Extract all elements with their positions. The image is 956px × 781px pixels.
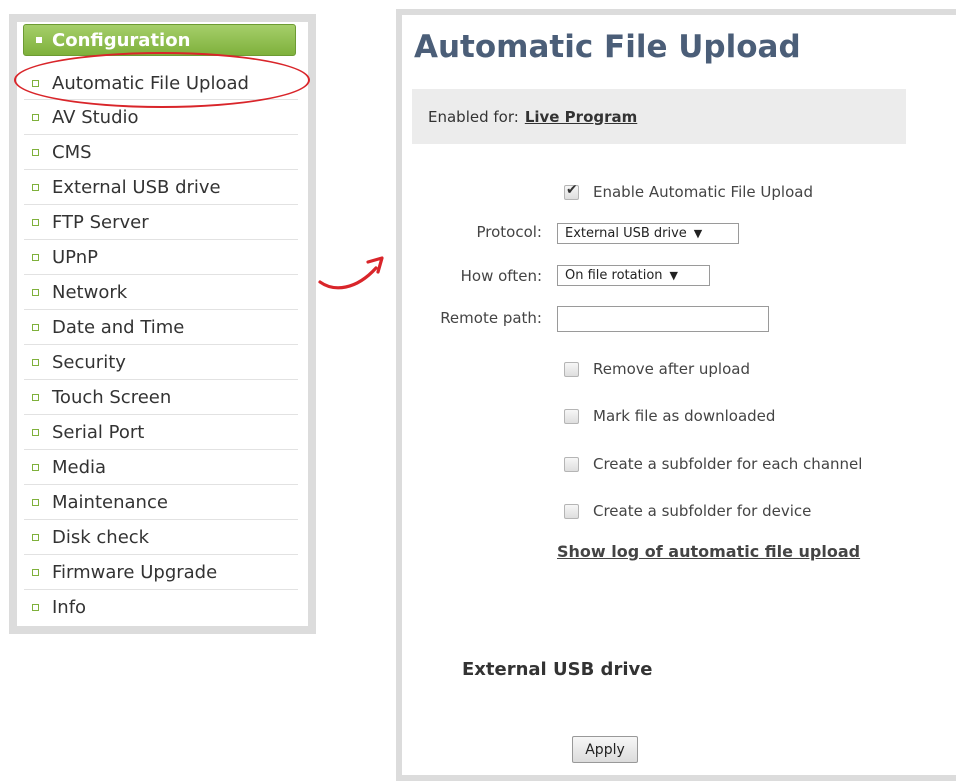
enabled-for-link[interactable]: Live Program bbox=[525, 108, 637, 126]
sidebar-item-date-and-time[interactable]: Date and Time bbox=[24, 310, 298, 345]
mark-downloaded-checkbox[interactable] bbox=[564, 408, 579, 424]
square-bullet-icon bbox=[32, 183, 39, 191]
enable-upload-checkbox[interactable] bbox=[564, 182, 579, 200]
sidebar-item-label: Touch Screen bbox=[52, 386, 172, 408]
sidebar-item-info[interactable]: Info bbox=[24, 590, 298, 625]
square-bullet-icon bbox=[32, 148, 39, 156]
dropdown-caret-icon: ▼ bbox=[693, 227, 703, 240]
option-row[interactable]: Remove after upload bbox=[564, 360, 750, 378]
square-bullet-icon bbox=[32, 463, 39, 471]
sidebar-item-label: Network bbox=[52, 281, 128, 303]
option-row[interactable]: Create a subfolder for each channel bbox=[564, 455, 862, 473]
how-often-select-value: On file rotation bbox=[565, 268, 663, 283]
sidebar-item-label: Serial Port bbox=[52, 421, 145, 443]
square-bullet-icon bbox=[32, 358, 39, 366]
how-often-select[interactable]: On file rotation ▼ bbox=[557, 265, 710, 286]
square-bullet-icon bbox=[32, 498, 39, 506]
square-bullet-icon bbox=[32, 393, 39, 401]
enabled-for-bar: Enabled for: Live Program bbox=[412, 89, 906, 144]
config-sidebar: Configuration Automatic File Upload AV S… bbox=[9, 14, 316, 634]
square-bullet-icon bbox=[32, 323, 39, 331]
sidebar-item-media[interactable]: Media bbox=[24, 450, 298, 485]
square-bullet-icon bbox=[32, 253, 39, 261]
protocol-label: Protocol: bbox=[476, 223, 542, 241]
dropdown-caret-icon: ▼ bbox=[669, 269, 678, 282]
square-bullet-icon bbox=[32, 79, 39, 87]
subfolder-channel-checkbox[interactable] bbox=[564, 456, 579, 472]
sidebar-item-firmware-upgrade[interactable]: Firmware Upgrade bbox=[24, 555, 298, 590]
sidebar-item-label: Media bbox=[52, 456, 107, 478]
square-bullet-icon bbox=[32, 218, 39, 226]
sidebar-item-label: Date and Time bbox=[52, 316, 185, 338]
sidebar-item-av-studio[interactable]: AV Studio bbox=[24, 100, 298, 135]
apply-button[interactable]: Apply bbox=[572, 736, 638, 763]
sidebar-item-external-usb-drive[interactable]: External USB drive bbox=[24, 170, 298, 205]
sidebar-menu: Automatic File Upload AV Studio CMS Exte… bbox=[24, 67, 298, 625]
square-bullet-icon bbox=[32, 113, 39, 121]
square-bullet-icon bbox=[32, 288, 39, 296]
sidebar-item-label: AV Studio bbox=[52, 106, 139, 128]
main-panel: Automatic File Upload Enabled for: Live … bbox=[396, 9, 956, 781]
sidebar-item-automatic-file-upload[interactable]: Automatic File Upload bbox=[24, 67, 298, 100]
sidebar-header-label: Configuration bbox=[52, 29, 191, 51]
protocol-select[interactable]: External USB drive ▼ bbox=[557, 223, 739, 244]
sidebar-item-label: UPnP bbox=[52, 246, 98, 268]
option-label: Create a subfolder for device bbox=[593, 502, 812, 520]
sidebar-item-cms[interactable]: CMS bbox=[24, 135, 298, 170]
sidebar-item-label: External USB drive bbox=[52, 176, 221, 198]
square-bullet-icon bbox=[32, 533, 39, 541]
option-row[interactable]: Create a subfolder for device bbox=[564, 502, 811, 520]
remote-path-input[interactable] bbox=[557, 306, 769, 332]
option-label: Mark file as downloaded bbox=[593, 407, 776, 425]
protocol-select-value: External USB drive bbox=[565, 226, 687, 241]
option-label: Create a subfolder for each channel bbox=[593, 455, 863, 473]
section-title-external-usb: External USB drive bbox=[462, 659, 653, 680]
curved-arrow-icon bbox=[318, 256, 384, 290]
sidebar-item-ftp-server[interactable]: FTP Server bbox=[24, 205, 298, 240]
remove-after-upload-checkbox[interactable] bbox=[564, 361, 579, 377]
sidebar-item-label: Maintenance bbox=[52, 491, 168, 513]
square-bullet-icon bbox=[32, 568, 39, 576]
sidebar-item-label: Disk check bbox=[52, 526, 150, 548]
option-label: Remove after upload bbox=[593, 360, 750, 378]
show-log-link[interactable]: Show log of automatic file upload bbox=[557, 542, 860, 561]
sidebar-item-label: FTP Server bbox=[52, 211, 149, 233]
square-bullet-icon bbox=[36, 37, 42, 43]
enable-upload-label: Enable Automatic File Upload bbox=[593, 183, 813, 201]
sidebar-item-serial-port[interactable]: Serial Port bbox=[24, 415, 298, 450]
sidebar-item-label: Security bbox=[52, 351, 126, 373]
sidebar-item-network[interactable]: Network bbox=[24, 275, 298, 310]
how-often-label: How often: bbox=[460, 267, 542, 285]
sidebar-header-configuration[interactable]: Configuration bbox=[23, 24, 296, 56]
enable-upload-row[interactable]: Enable Automatic File Upload bbox=[564, 182, 813, 201]
subfolder-device-checkbox[interactable] bbox=[564, 503, 579, 519]
sidebar-item-security[interactable]: Security bbox=[24, 345, 298, 380]
sidebar-item-touch-screen[interactable]: Touch Screen bbox=[24, 380, 298, 415]
enabled-for-label: Enabled for: bbox=[428, 107, 519, 126]
square-bullet-icon bbox=[32, 428, 39, 436]
sidebar-item-label: CMS bbox=[52, 141, 92, 163]
sidebar-item-upnp[interactable]: UPnP bbox=[24, 240, 298, 275]
sidebar-item-label: Firmware Upgrade bbox=[52, 561, 218, 583]
option-row[interactable]: Mark file as downloaded bbox=[564, 407, 775, 425]
sidebar-item-label: Info bbox=[52, 597, 87, 618]
remote-path-label: Remote path: bbox=[440, 309, 542, 327]
sidebar-item-maintenance[interactable]: Maintenance bbox=[24, 485, 298, 520]
sidebar-item-label: Automatic File Upload bbox=[52, 72, 249, 94]
sidebar-item-disk-check[interactable]: Disk check bbox=[24, 520, 298, 555]
square-bullet-icon bbox=[32, 604, 39, 611]
page-title: Automatic File Upload bbox=[414, 29, 801, 65]
